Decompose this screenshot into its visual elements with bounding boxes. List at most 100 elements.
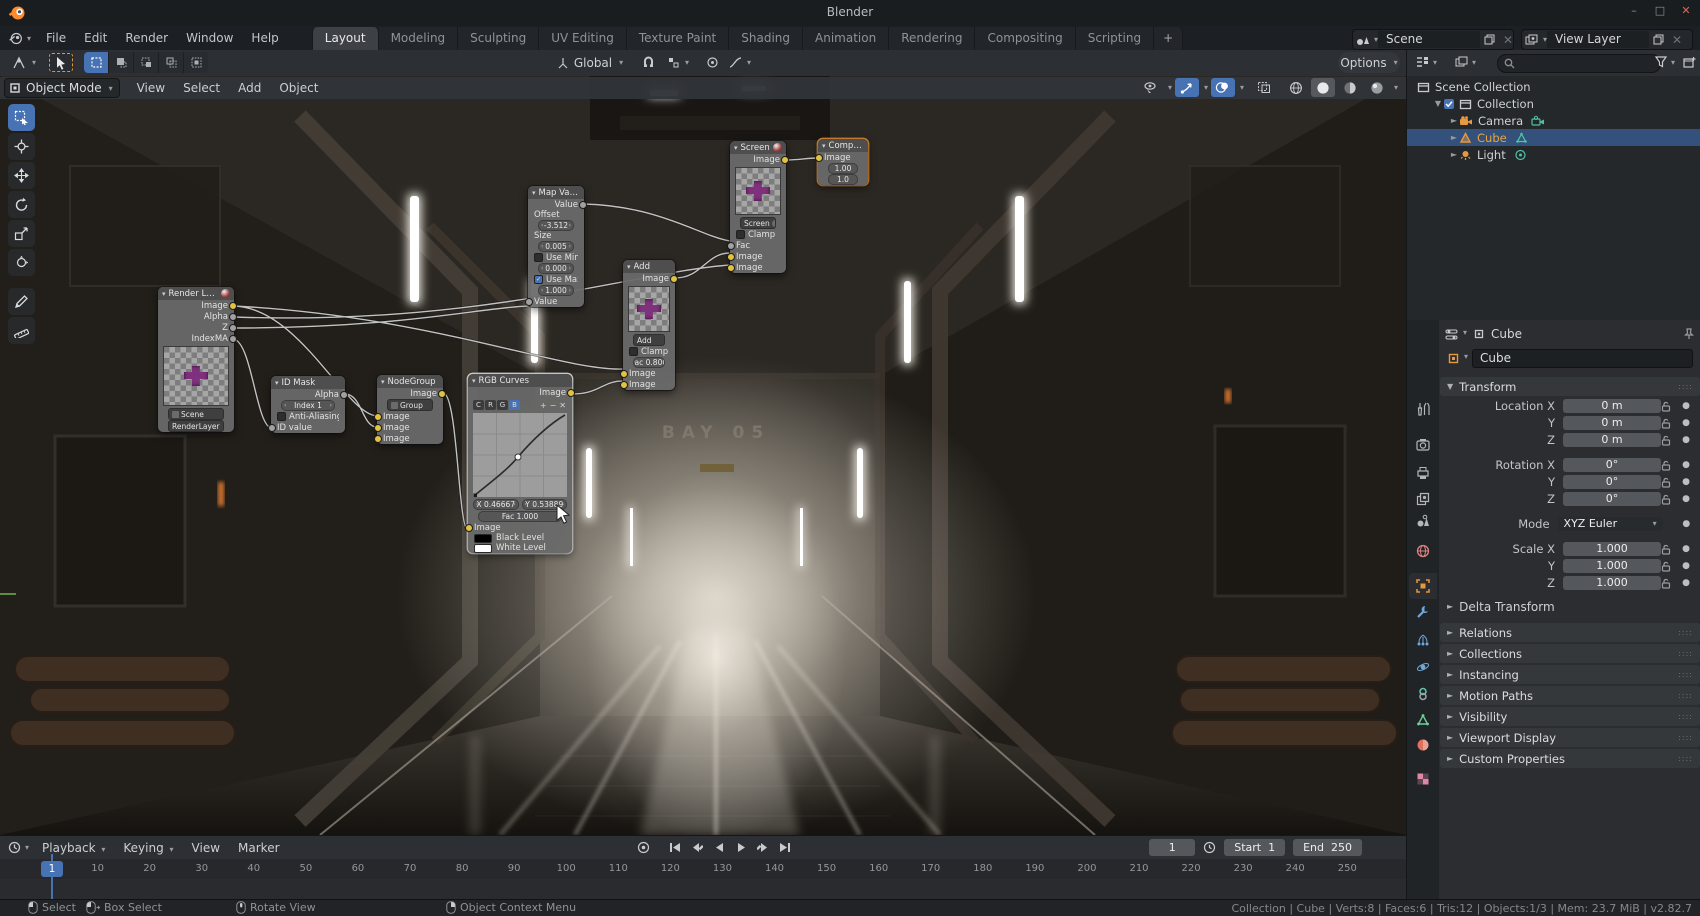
remove-view-layer-icon[interactable]: ✕ <box>1668 33 1686 47</box>
animate-dot[interactable]: ● <box>1679 544 1693 554</box>
input-socket[interactable] <box>727 242 735 250</box>
xray-toggle[interactable] <box>1252 78 1276 97</box>
active-tool-cursor-button[interactable] <box>48 52 74 73</box>
node-value-field[interactable]: ‹0.005› <box>538 241 574 252</box>
options-dropdown[interactable]: Options▾ <box>1338 52 1400 73</box>
node-dropdown[interactable]: Screen <box>740 217 776 229</box>
viewport[interactable]: BAY 05 <box>0 76 1406 835</box>
collapse-node-icon[interactable]: ▾ <box>162 290 166 298</box>
input-socket[interactable] <box>727 264 735 272</box>
maximize-button[interactable]: □ <box>1652 4 1668 17</box>
lock-icon[interactable] <box>1661 418 1679 429</box>
timeline-track-area[interactable] <box>0 879 1406 900</box>
properties-tab-constraints[interactable] <box>1409 681 1437 707</box>
select-mode-invert[interactable] <box>159 52 184 73</box>
menu-edit[interactable]: Edit <box>75 28 116 48</box>
node-screen[interactable]: ▾ScreenImageScreenClampFacImageImage <box>730 141 786 273</box>
shading-material-button[interactable] <box>1338 78 1362 97</box>
workspace-tab-scripting[interactable]: Scripting <box>1076 27 1154 50</box>
panel-collections[interactable]: ►Collections:::: <box>1440 644 1700 663</box>
checkbox[interactable] <box>534 253 543 262</box>
node-dropdown[interactable]: Group <box>387 399 433 411</box>
outliner-search-input[interactable] <box>1497 54 1661 73</box>
node-composite[interactable]: ▾CompositeImage1.001.0 <box>818 139 868 185</box>
breadcrumb-object-name[interactable]: Cube <box>1491 327 1522 341</box>
row-value-field[interactable]: XYZ Euler▾ <box>1558 517 1663 531</box>
editor-type-properties-icon[interactable]: ▾ <box>1445 328 1467 341</box>
input-socket[interactable] <box>268 424 276 432</box>
add-workspace-button[interactable]: + <box>1154 27 1183 50</box>
output-socket[interactable] <box>567 389 575 397</box>
collection-checkbox[interactable] <box>1443 98 1455 110</box>
tool-scale-button[interactable] <box>8 220 35 247</box>
row-value-field[interactable]: 1.000 <box>1563 542 1661 556</box>
shading-rendered-button[interactable] <box>1365 78 1389 97</box>
node-header[interactable]: ▾Composite <box>818 139 868 152</box>
animate-dot[interactable]: ● <box>1679 401 1693 411</box>
node-rgb-curves[interactable]: ▾RGB CurvesImageCRGB+−✕‹X 0.46667›‹Y 0.5… <box>468 374 572 553</box>
curve-tool-button[interactable]: ✕ <box>558 401 567 410</box>
output-socket[interactable] <box>229 335 237 343</box>
node-header[interactable]: ▾NodeGroup <box>377 375 443 388</box>
node-checkbox[interactable]: Clamp <box>736 230 775 240</box>
animate-dot[interactable]: ● <box>1679 561 1693 571</box>
lock-icon[interactable] <box>1661 460 1679 471</box>
channel-g-button[interactable]: G <box>497 400 508 410</box>
select-mode-extend[interactable] <box>109 52 134 73</box>
channel-r-button[interactable]: R <box>485 400 496 410</box>
outliner-item-collection[interactable]: ▼Collection <box>1407 95 1700 112</box>
shading-dropdown[interactable]: ▾ <box>1394 83 1398 92</box>
node-render-layers[interactable]: ▾Render LayersImageAlphaZIndexMASceneRen… <box>158 287 234 432</box>
node-checkbox[interactable]: ✓Use Maximum <box>534 275 578 285</box>
workspace-tab-uv-editing[interactable]: UV Editing <box>539 27 627 50</box>
workspace-tab-sculpting[interactable]: Sculpting <box>458 27 539 50</box>
timeline-ruler[interactable]: 1 10203040506070809010011012013014015016… <box>0 859 1406 879</box>
select-mode-new[interactable] <box>84 52 109 73</box>
tool-cursor-button[interactable] <box>8 133 35 160</box>
collapse-node-icon[interactable]: ▾ <box>734 144 738 152</box>
lock-icon[interactable] <box>1661 435 1679 446</box>
input-socket[interactable] <box>620 370 628 378</box>
outliner-item-light[interactable]: ►Light <box>1407 146 1700 163</box>
properties-tab-world[interactable] <box>1409 538 1437 564</box>
browse-icon[interactable] <box>172 411 179 418</box>
unlink-scene-icon[interactable]: ✕ <box>1499 33 1517 47</box>
active-tool-dropdown[interactable]: ▾ <box>6 52 42 73</box>
lock-icon[interactable] <box>1661 561 1679 572</box>
tool-rotate-button[interactable] <box>8 191 35 218</box>
panel-viewport-display[interactable]: ►Viewport Display:::: <box>1440 728 1700 747</box>
timeline-menu-marker[interactable]: Marker <box>229 839 288 857</box>
prev-keyframe-button[interactable] <box>688 839 706 856</box>
input-socket[interactable] <box>374 435 382 443</box>
panel-motion-paths[interactable]: ►Motion Paths:::: <box>1440 686 1700 705</box>
snap-settings-dropdown[interactable]: ▾ <box>661 52 695 73</box>
output-socket[interactable] <box>670 275 678 283</box>
node-dropdown[interactable]: Add <box>633 334 665 346</box>
tool-select-box-button[interactable] <box>8 104 35 131</box>
node-checkbox[interactable]: Clamp <box>629 347 668 357</box>
color-swatch[interactable] <box>474 544 492 553</box>
node-nodegroup[interactable]: ▾NodeGroupImageGroupImageImageImage <box>377 375 443 444</box>
animate-dot[interactable]: ● <box>1679 418 1693 428</box>
properties-tab-render[interactable] <box>1409 432 1437 458</box>
curve-tool-button[interactable]: − <box>549 401 558 410</box>
input-socket[interactable] <box>815 154 823 162</box>
play-reverse-button[interactable] <box>710 839 728 856</box>
end-frame-field[interactable]: End 250 <box>1293 839 1362 856</box>
node-value-field[interactable]: 1.00 <box>828 163 858 174</box>
viewport-menu-view[interactable]: View <box>128 79 174 97</box>
input-socket[interactable] <box>374 424 382 432</box>
color-swatch[interactable] <box>474 534 492 543</box>
timeline-menu-view[interactable]: View <box>183 839 229 857</box>
properties-tab-physics[interactable] <box>1409 654 1437 680</box>
channel-c-button[interactable]: C <box>473 400 484 410</box>
app-menu-button[interactable]: ▾ <box>8 31 31 46</box>
node-header[interactable]: ▾Add <box>623 260 675 273</box>
new-scene-icon[interactable] <box>1480 34 1499 45</box>
row-value-field[interactable]: 0° <box>1563 458 1661 472</box>
node-map-value[interactable]: ▾Map ValueValueOffset‹-3.512›Size‹0.005›… <box>528 186 584 307</box>
select-mode-intersect[interactable] <box>184 52 208 73</box>
node-header[interactable]: ▾Map Value <box>528 186 584 199</box>
row-value-field[interactable]: 0° <box>1563 492 1661 506</box>
animate-dot[interactable]: ● <box>1679 494 1693 504</box>
